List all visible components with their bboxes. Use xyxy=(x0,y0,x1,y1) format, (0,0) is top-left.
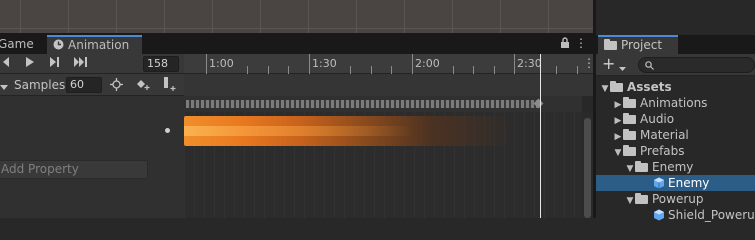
tree-item-label: Material xyxy=(640,128,689,142)
add-event-icon xyxy=(164,77,176,91)
search-icon xyxy=(645,61,654,70)
samples-label: Samples xyxy=(14,78,66,92)
tab-animation[interactable]: Animation xyxy=(47,35,142,54)
expand-arrow-icon[interactable]: ▼ xyxy=(600,81,610,97)
folder-icon xyxy=(623,129,636,140)
playhead[interactable] xyxy=(540,54,541,218)
clip-dropdown-arrow-icon[interactable] xyxy=(0,80,8,94)
ruler-label: 1:00 xyxy=(209,57,234,70)
ruler-label: 2:00 xyxy=(415,57,440,70)
samples-field[interactable]: 60 xyxy=(66,77,102,93)
ruler-tick xyxy=(391,66,392,74)
sprite-preview-highlight xyxy=(184,126,414,136)
tab-project[interactable]: Project xyxy=(598,35,678,54)
tree-item-prefabs[interactable]: ▼ Prefabs xyxy=(596,143,755,159)
curve-bar xyxy=(184,74,594,96)
scene-view[interactable] xyxy=(0,0,594,34)
project-tree: ▼ Assets ▶ Animations ▶ Audio ▶ Material ▼ Pr… xyxy=(596,76,755,222)
next-frame-icon xyxy=(50,57,59,67)
create-button[interactable]: + xyxy=(602,55,615,73)
add-keyframe-icon xyxy=(137,80,150,90)
tree-item-label: Animations xyxy=(640,96,708,110)
tree-item-shield-powerup[interactable]: Shield_Powerup xyxy=(596,207,755,223)
tree-item-label: Enemy xyxy=(652,160,694,174)
tab-animation-label: Animation xyxy=(68,38,130,52)
tab-menu-icon[interactable]: ⋮ xyxy=(575,36,587,50)
property-panel xyxy=(0,96,184,218)
tree-item-label: Powerup xyxy=(652,192,704,206)
folder-icon xyxy=(623,113,636,124)
tree-item-enemy-folder[interactable]: ▼ Enemy xyxy=(596,159,755,175)
tree-item-audio[interactable]: ▶ Audio xyxy=(596,111,755,127)
project-top-area xyxy=(596,0,755,34)
folder-icon xyxy=(635,161,648,172)
prefab-cube-icon xyxy=(654,177,664,189)
ruler-tick xyxy=(556,66,557,74)
expand-arrow-icon[interactable]: ▼ xyxy=(625,193,635,209)
add-keyframe-button[interactable] xyxy=(136,78,150,94)
prev-frame-icon xyxy=(3,57,9,67)
tree-item-animations[interactable]: ▶ Animations xyxy=(596,95,755,111)
folder-icon xyxy=(610,81,623,92)
plus-icon: + xyxy=(602,54,616,73)
add-property-label: Add Property xyxy=(1,162,79,176)
tab-project-label: Project xyxy=(621,38,663,52)
ruler-tick xyxy=(514,54,515,74)
ruler-tick xyxy=(412,54,413,74)
ruler-label: 1:30 xyxy=(312,57,337,70)
frame-value: 158 xyxy=(147,57,168,70)
samples-value: 60 xyxy=(70,78,84,91)
play-button[interactable] xyxy=(22,56,36,70)
folder-icon xyxy=(635,193,648,204)
ruler-tick xyxy=(577,66,578,74)
timeline-ruler[interactable]: 1:00 1:30 2:00 2:30 xyxy=(184,54,594,74)
tab-game-label: Game xyxy=(0,37,34,51)
tree-item-label: Enemy xyxy=(668,176,710,190)
next-frame-button[interactable] xyxy=(47,56,61,70)
crosshair-icon[interactable] xyxy=(110,78,123,94)
tab-game[interactable]: Game xyxy=(0,35,40,54)
tree-item-enemy-prefab[interactable]: Enemy xyxy=(596,175,755,191)
ruler-tick xyxy=(473,66,474,74)
ruler-label: 2:30 xyxy=(517,57,542,70)
last-keyframe-button[interactable] xyxy=(72,56,90,70)
prefab-cube-icon xyxy=(654,209,664,221)
keyframe-markers[interactable] xyxy=(186,100,538,108)
lock-icon[interactable] xyxy=(560,37,570,52)
expand-arrow-icon[interactable]: ▼ xyxy=(613,145,623,161)
tree-item-powerup[interactable]: ▼ Powerup xyxy=(596,191,755,207)
ruler-tick xyxy=(453,66,454,74)
ruler-tick xyxy=(350,66,351,74)
last-keyframe-icon xyxy=(74,57,87,67)
frame-field[interactable]: 158 xyxy=(143,56,179,72)
tree-item-material[interactable]: ▶ Material xyxy=(596,127,755,143)
prev-frame-button[interactable] xyxy=(0,56,12,70)
clock-icon xyxy=(53,39,64,50)
ruler-tick xyxy=(288,66,289,74)
property-key-dot-icon[interactable] xyxy=(165,128,170,133)
play-icon xyxy=(25,57,34,67)
folder-icon xyxy=(604,39,617,50)
ruler-tick xyxy=(206,54,207,74)
tree-item-label: Assets xyxy=(627,80,672,94)
dopesheet-scroll-thumb[interactable] xyxy=(584,118,591,218)
expand-arrow-icon[interactable]: ▼ xyxy=(625,161,635,177)
folder-icon xyxy=(623,97,636,108)
tree-item-label: Shield_Powerup xyxy=(668,208,755,222)
ruler-tick xyxy=(247,66,248,74)
ruler-tick xyxy=(494,66,495,74)
create-dropdown-icon[interactable] xyxy=(619,61,626,75)
add-event-button[interactable] xyxy=(162,77,176,95)
tree-item-label: Prefabs xyxy=(640,144,685,158)
tree-item-label: Audio xyxy=(640,112,675,126)
folder-icon xyxy=(623,145,636,156)
ruler-tick xyxy=(309,54,310,74)
add-property-button[interactable]: Add Property xyxy=(0,160,148,179)
ruler-tick xyxy=(268,66,269,74)
tree-item-assets[interactable]: ▼ Assets xyxy=(596,79,755,95)
project-search-input[interactable] xyxy=(638,57,755,73)
ruler-tick xyxy=(371,66,372,74)
